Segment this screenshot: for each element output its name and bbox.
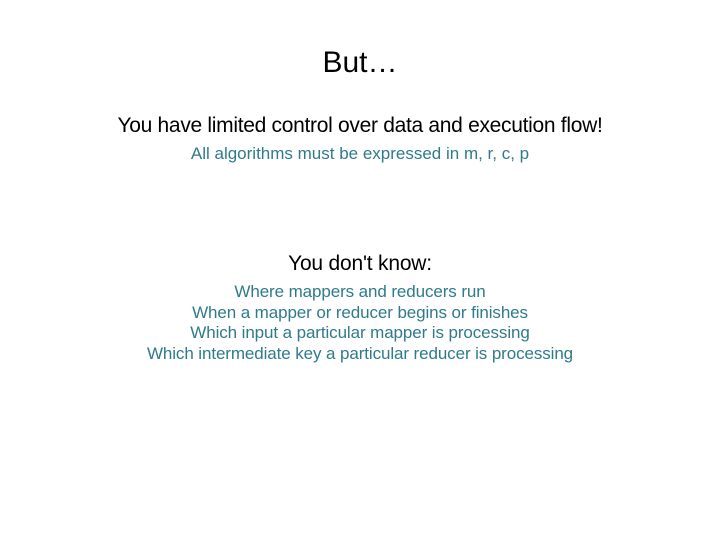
section1-detail: All algorithms must be expressed in m, r… — [0, 144, 720, 164]
bullet-item: When a mapper or reducer begins or finis… — [0, 303, 720, 324]
section1-heading: You have limited control over data and e… — [0, 114, 720, 138]
bullet-item: Which input a particular mapper is proce… — [0, 323, 720, 344]
slide-title: But… — [0, 0, 720, 80]
section2-bullets: Where mappers and reducers run When a ma… — [0, 282, 720, 365]
bullet-item: Which intermediate key a particular redu… — [0, 344, 720, 365]
bullet-item: Where mappers and reducers run — [0, 282, 720, 303]
slide: But… You have limited control over data … — [0, 0, 720, 540]
section2-heading: You don't know: — [0, 252, 720, 276]
